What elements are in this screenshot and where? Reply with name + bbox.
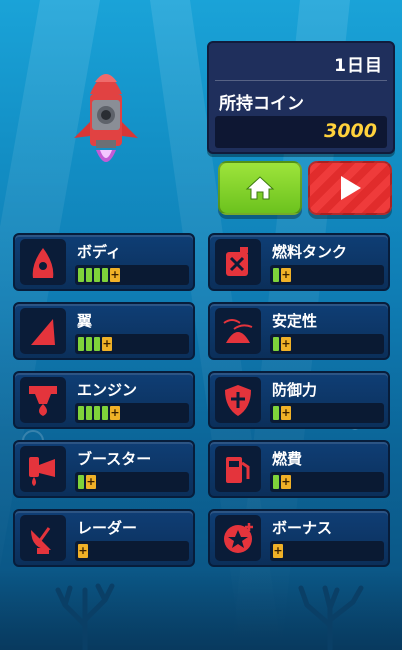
level-segment bbox=[94, 268, 100, 282]
upgrade-label: ブースター bbox=[77, 450, 152, 468]
upgrade-card[interactable]: ボディ + bbox=[13, 233, 195, 291]
plus-icon: + bbox=[281, 337, 291, 351]
plus-icon: + bbox=[281, 268, 291, 282]
level-segment bbox=[86, 337, 92, 351]
upgrade-label: 翼 bbox=[77, 312, 93, 330]
upgrade-label: 安定性 bbox=[272, 312, 318, 330]
level-segment bbox=[78, 337, 84, 351]
upgrade-icon-box bbox=[20, 308, 66, 354]
upgrade-icon-box bbox=[20, 446, 66, 492]
upgrade-card[interactable]: ボーナス + bbox=[208, 509, 390, 567]
upgrade-label: 燃費 bbox=[272, 450, 303, 468]
status-panel: 1日目 所持コイン 3000 bbox=[207, 41, 395, 154]
upgrade-icon-box bbox=[215, 239, 261, 285]
level-segment bbox=[78, 268, 84, 282]
level-segment bbox=[102, 406, 108, 420]
upgrade-label: 防御力 bbox=[272, 381, 318, 399]
divider bbox=[215, 80, 387, 81]
play-button[interactable] bbox=[308, 161, 392, 215]
upgrade-card[interactable]: 翼 + bbox=[13, 302, 195, 360]
plus-icon: + bbox=[86, 475, 96, 489]
level-segment bbox=[94, 337, 100, 351]
upgrade-icon-box bbox=[20, 377, 66, 423]
play-icon bbox=[341, 176, 361, 200]
level-segment bbox=[102, 268, 108, 282]
upgrade-level-bar: + bbox=[270, 334, 384, 354]
upgrade-icon-box bbox=[215, 377, 261, 423]
level-segment bbox=[94, 406, 100, 420]
level-segment bbox=[86, 406, 92, 420]
upgrade-level-bar: + bbox=[270, 541, 384, 561]
wing-icon bbox=[31, 319, 55, 345]
upgrade-level-bar: + bbox=[75, 541, 189, 561]
upgrade-label: レーダー bbox=[77, 519, 138, 537]
home-button[interactable] bbox=[218, 161, 302, 215]
upgrade-label: ボディ bbox=[77, 243, 121, 261]
level-segment bbox=[273, 406, 279, 420]
radar-icon bbox=[31, 527, 51, 554]
upgrade-icon-box bbox=[215, 446, 261, 492]
upgrade-card[interactable]: 燃費 + bbox=[208, 440, 390, 498]
coin-value: 3000 bbox=[324, 120, 377, 142]
upgrade-label: ボーナス bbox=[272, 519, 333, 537]
body-icon bbox=[32, 248, 54, 278]
booster-icon bbox=[29, 457, 55, 486]
level-segment bbox=[273, 268, 279, 282]
upgrade-level-bar: + bbox=[270, 265, 384, 285]
upgrade-card[interactable]: エンジン + bbox=[13, 371, 195, 429]
upgrade-card[interactable]: ブースター + bbox=[13, 440, 195, 498]
coral-right bbox=[298, 585, 364, 650]
plus-icon: + bbox=[281, 406, 291, 420]
stability-icon bbox=[223, 319, 253, 343]
upgrade-level-bar: + bbox=[270, 403, 384, 423]
day-counter: 1日目 bbox=[334, 56, 383, 76]
engine-icon bbox=[29, 386, 57, 416]
fuel-pump-icon bbox=[226, 457, 250, 483]
upgrade-icon-box bbox=[20, 515, 66, 561]
upgrade-card[interactable]: レーダー + bbox=[13, 509, 195, 567]
upgrade-icon-box bbox=[215, 515, 261, 561]
upgrade-label: 燃料タンク bbox=[272, 243, 348, 261]
upgrade-icon-box bbox=[20, 239, 66, 285]
upgrade-level-bar: + bbox=[270, 472, 384, 492]
upgrade-card[interactable]: 防御力 + bbox=[208, 371, 390, 429]
fuel-tank-icon bbox=[226, 247, 248, 276]
upgrade-level-bar: + bbox=[75, 472, 189, 492]
upgrade-card[interactable]: 安定性 + bbox=[208, 302, 390, 360]
upgrade-level-bar: + bbox=[75, 334, 189, 354]
home-icon bbox=[245, 176, 275, 200]
plus-icon: + bbox=[110, 268, 120, 282]
shield-icon bbox=[225, 385, 251, 416]
upgrade-icon-box bbox=[215, 308, 261, 354]
level-segment bbox=[78, 406, 84, 420]
upgrade-level-bar: + bbox=[75, 265, 189, 285]
coin-display: 3000 bbox=[215, 116, 387, 148]
level-segment bbox=[273, 475, 279, 489]
level-segment bbox=[78, 475, 84, 489]
plus-icon: + bbox=[281, 475, 291, 489]
plus-icon: + bbox=[78, 544, 88, 558]
rocket-icon bbox=[74, 74, 138, 162]
coral-left bbox=[55, 583, 115, 650]
level-segment bbox=[86, 268, 92, 282]
level-segment bbox=[273, 337, 279, 351]
upgrade-level-bar: + bbox=[75, 403, 189, 423]
plus-icon: + bbox=[102, 337, 112, 351]
plus-icon: + bbox=[110, 406, 120, 420]
upgrade-label: エンジン bbox=[77, 381, 138, 399]
coin-label: 所持コイン bbox=[219, 94, 304, 114]
plus-icon: + bbox=[273, 544, 283, 558]
upgrade-card[interactable]: 燃料タンク + bbox=[208, 233, 390, 291]
bonus-icon bbox=[224, 523, 253, 553]
